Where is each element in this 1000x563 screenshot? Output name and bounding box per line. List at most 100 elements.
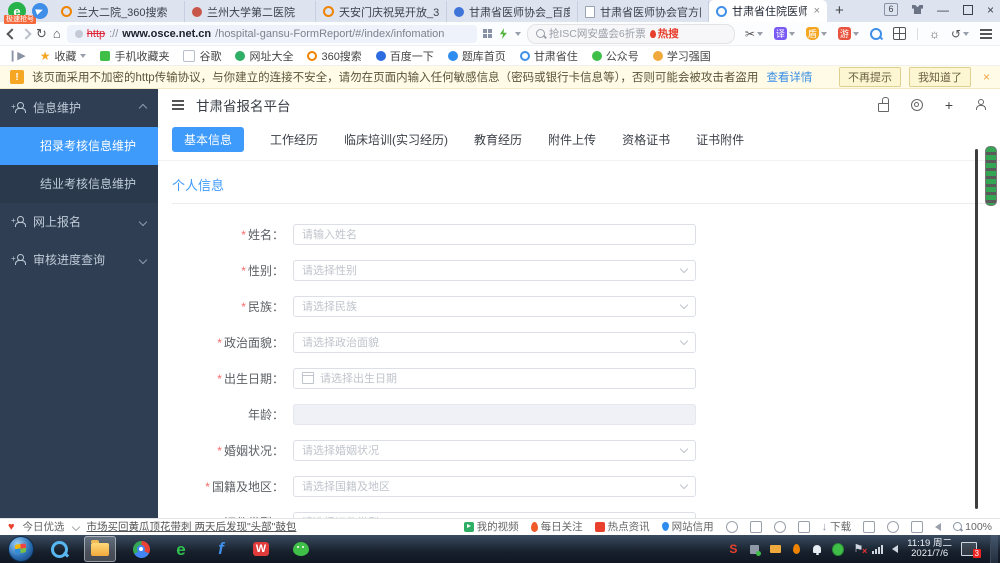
political-status-select[interactable]: 请选择政治面貌 (293, 332, 696, 353)
sidebar-item-online-registration[interactable]: + 网上报名 (0, 203, 158, 241)
tab-clinical-training[interactable]: 临床培训(实习经历) (344, 131, 448, 148)
bookmark-xuexi[interactable]: 学习强国 (653, 48, 711, 64)
tab-qualification-cert[interactable]: 资格证书 (622, 131, 670, 148)
zoom-control[interactable]: 100% (953, 521, 992, 533)
update-tray-icon[interactable] (832, 543, 844, 555)
hot-search-tag[interactable]: 热搜 (650, 26, 679, 41)
window-mode-icon[interactable] (911, 521, 923, 533)
news-headline-link[interactable]: 市场买回黄瓜顶花带刺 两天后发现"头部"鼓包 (87, 519, 297, 534)
printer-icon[interactable] (863, 521, 875, 533)
new-tab-button[interactable]: + (835, 2, 844, 19)
bookmark-sites[interactable]: 网址大全 (235, 48, 293, 64)
browser-tab-3[interactable]: 天安门庆祝晃开放_360搜索 (316, 1, 447, 22)
taskbar-chrome[interactable] (126, 537, 156, 561)
taskbar-explorer-active[interactable] (84, 536, 116, 562)
taskbar-wps[interactable]: W (246, 537, 276, 561)
mode-dropdown-icon[interactable] (515, 32, 521, 36)
home-icon[interactable]: ⌂ (53, 27, 61, 40)
browser-tab-5[interactable]: 甘肃省医师协会官方网站 (578, 1, 709, 22)
bookmark-gansu[interactable]: 甘肃省住 (520, 48, 578, 64)
sidebar-item-graduation-exam[interactable]: 结业考核信息维护 (0, 165, 158, 203)
warning-details-link[interactable]: 查看详情 (766, 69, 812, 85)
notification-window-icon[interactable]: 3 (961, 542, 977, 556)
tab-cert-attachment[interactable]: 证书附件 (696, 131, 744, 148)
close-button[interactable]: × (987, 4, 994, 16)
browser-tab-4[interactable]: 甘肃省医师协会_百度搜索 (447, 1, 578, 22)
taskbar-clock[interactable]: 11:19 周二 2021/7/6 (907, 539, 952, 559)
start-button[interactable] (8, 536, 34, 562)
hot-news-button[interactable]: 热点资讯 (595, 519, 650, 534)
tab-education[interactable]: 教育经历 (474, 131, 522, 148)
history-icon[interactable] (774, 521, 786, 533)
skin-icon[interactable] (912, 5, 923, 14)
speaker-icon[interactable] (935, 523, 941, 531)
daily-focus-button[interactable]: 每日关注 (531, 519, 583, 534)
page-scrollbar[interactable] (975, 149, 978, 509)
birth-date-picker[interactable]: 请选择出生日期 (293, 368, 696, 389)
screenshot-button[interactable]: ✂ (745, 27, 763, 41)
marital-status-select[interactable]: 请选择婚姻状况 (293, 440, 696, 461)
show-desktop-button[interactable] (990, 535, 998, 563)
folder-tray-icon[interactable] (769, 543, 781, 555)
my-videos-button[interactable]: 我的视频 (464, 519, 519, 534)
maximize-button[interactable] (963, 5, 973, 15)
bookmark-mobile[interactable]: 手机收藏夹 (100, 48, 169, 64)
browser-tab-active[interactable]: 甘肃省住院医师规范化培训 × (709, 0, 827, 22)
sidebar-item-recruit-exam[interactable]: 招录考核信息维护 (0, 127, 158, 165)
qr-code-icon[interactable] (483, 29, 492, 38)
account-icon[interactable] (975, 99, 986, 110)
browser-logo-icon[interactable]: e 极速抢号 (8, 2, 26, 20)
taskbar-flash[interactable]: f (206, 537, 236, 561)
taskbar-search[interactable] (44, 537, 74, 561)
taskbar-360-browser[interactable]: e (166, 537, 196, 561)
favorites-menu[interactable]: ★收藏 (40, 48, 87, 64)
guard-button[interactable]: 盾 (806, 27, 827, 40)
usb-tray-icon[interactable] (748, 543, 760, 555)
forward-icon[interactable] (20, 28, 31, 39)
gender-select[interactable]: 请选择性别 (293, 260, 696, 281)
back-icon[interactable] (6, 28, 17, 39)
tab-count-badge[interactable]: 6 (884, 3, 898, 16)
lock-icon[interactable] (878, 103, 889, 112)
tab-basic-info[interactable]: 基本信息 (172, 127, 244, 152)
dont-remind-button[interactable]: 不再提示 (839, 67, 901, 87)
today-picks-label[interactable]: 今日优选 (23, 519, 65, 534)
minimize-button[interactable]: — (937, 4, 949, 16)
volume-icon[interactable] (892, 545, 898, 553)
sidebar-item-info-maintenance[interactable]: + 信息维护 (0, 89, 158, 127)
nav-launcher-icon[interactable] (32, 3, 48, 19)
bell-tray-icon[interactable] (811, 543, 823, 555)
settings-sun-button[interactable]: ☼ (929, 27, 940, 41)
message-icon[interactable] (750, 521, 762, 533)
refresh-icon[interactable]: ↻ (36, 27, 47, 40)
translate-button[interactable]: 译 (774, 27, 795, 40)
flame-tray-icon[interactable] (790, 543, 802, 555)
download-button[interactable]: ↓下载 (822, 519, 852, 534)
name-input[interactable]: 请输入姓名 (293, 224, 696, 245)
browser-mode-icon[interactable] (887, 521, 899, 533)
browser-tab-2[interactable]: 兰州大学第二医院 (185, 1, 316, 22)
warning-close-icon[interactable]: × (983, 70, 990, 84)
sidebar-item-review-progress[interactable]: + 审核进度查询 (0, 241, 158, 279)
sogou-tray-icon[interactable]: S (727, 543, 739, 555)
ethnicity-select[interactable]: 请选择民族 (293, 296, 696, 317)
taskbar-wechat[interactable] (286, 537, 316, 561)
action-center-flag-icon[interactable]: ⚑ (853, 544, 863, 555)
site-info-icon[interactable] (75, 30, 83, 38)
got-it-button[interactable]: 我知道了 (909, 67, 971, 87)
search-box[interactable]: 抢ISC网安盛会6折票 热搜 (527, 24, 735, 44)
site-credit-button[interactable]: 网站信用 (662, 519, 714, 534)
menu-button[interactable] (980, 33, 992, 35)
bookmark-official-account[interactable]: 公众号 (592, 48, 639, 64)
rocket-icon[interactable] (798, 521, 810, 533)
id-type-select[interactable]: 请选择证件类型 (293, 512, 696, 518)
fullscreen-icon[interactable]: + (945, 99, 953, 111)
speed-mode-icon[interactable] (500, 28, 507, 39)
bookmark-360search[interactable]: 360搜索 (307, 48, 361, 64)
bookmark-baidu[interactable]: 百度一下 (376, 48, 434, 64)
undo-button[interactable]: ↺ (951, 27, 969, 41)
bookmarks-panel-toggle-icon[interactable]: ❙▶ (8, 49, 26, 62)
settings-icon[interactable] (911, 99, 923, 111)
nationality-select[interactable]: 请选择国籍及地区 (293, 476, 696, 497)
tab-close-icon[interactable]: × (814, 5, 820, 17)
